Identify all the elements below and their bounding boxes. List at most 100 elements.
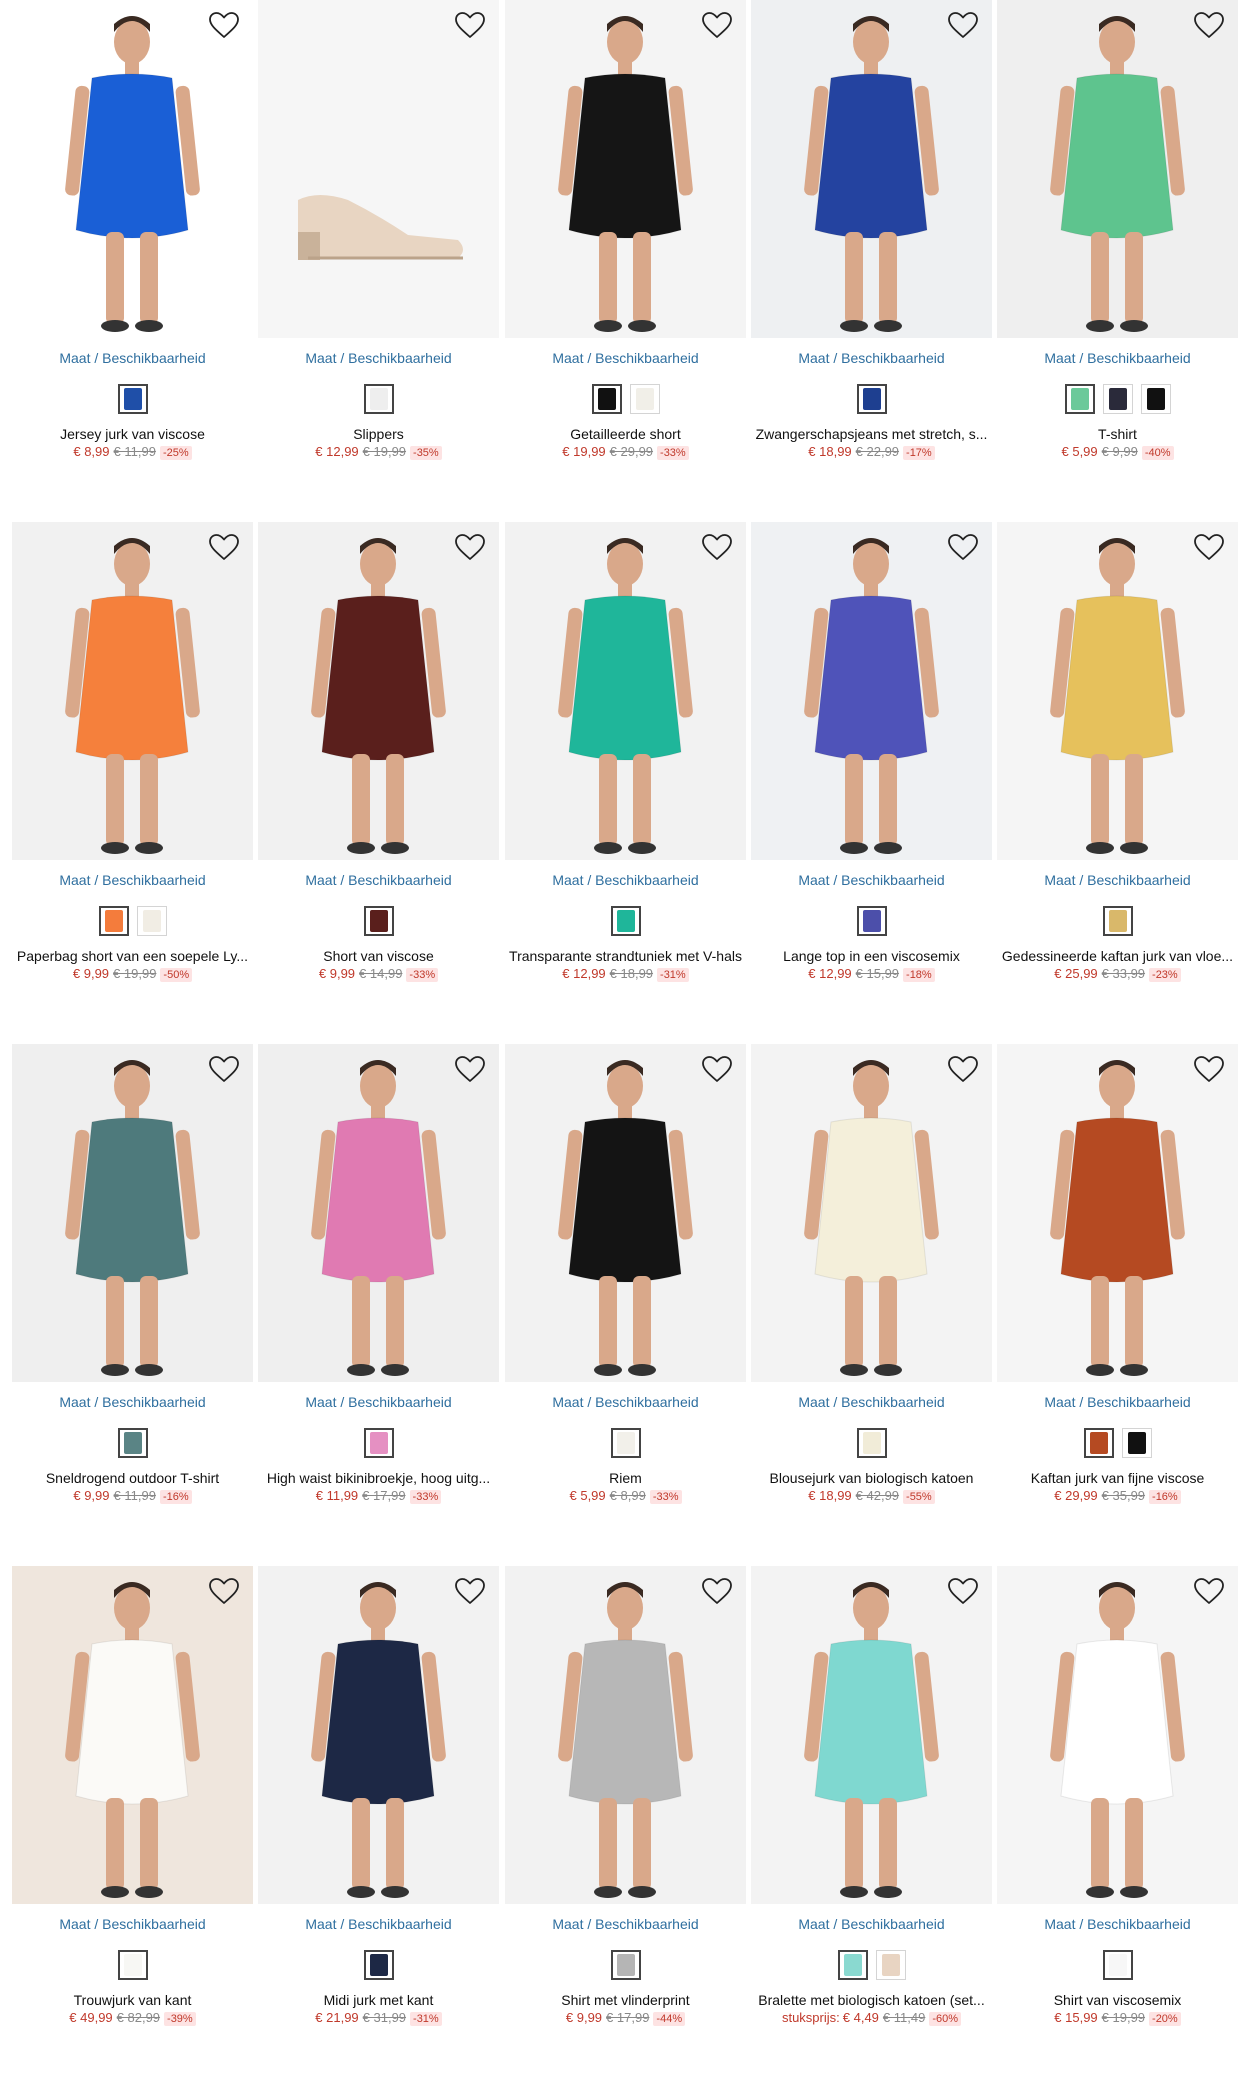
product-card[interactable]: Maat / Beschikbaarheid High waist bikinib… [258, 1044, 499, 1504]
product-image[interactable] [997, 522, 1238, 860]
wishlist-heart-icon[interactable] [207, 10, 241, 40]
product-name[interactable]: Shirt van viscosemix [997, 1992, 1238, 2008]
product-name[interactable]: Zwangerschapsjeans met stretch, s... [751, 426, 992, 442]
wishlist-heart-icon[interactable] [700, 1054, 734, 1084]
size-availability-link[interactable]: Maat / Beschikbaarheid [505, 1392, 746, 1412]
color-swatch[interactable] [1140, 384, 1171, 414]
product-image[interactable] [12, 522, 253, 860]
product-image[interactable] [258, 0, 499, 338]
product-name[interactable]: Blousejurk van biologisch katoen [751, 1470, 992, 1486]
size-availability-link[interactable]: Maat / Beschikbaarheid [505, 1914, 746, 1934]
color-swatch[interactable] [610, 1950, 641, 1980]
size-availability-link[interactable]: Maat / Beschikbaarheid [505, 348, 746, 368]
product-name[interactable]: Jersey jurk van viscose [12, 426, 253, 442]
product-name[interactable]: T-shirt [997, 426, 1238, 442]
wishlist-heart-icon[interactable] [700, 1576, 734, 1606]
color-swatch[interactable] [363, 384, 394, 414]
size-availability-link[interactable]: Maat / Beschikbaarheid [751, 348, 992, 368]
size-availability-link[interactable]: Maat / Beschikbaarheid [258, 348, 499, 368]
color-swatch[interactable] [117, 1428, 148, 1458]
product-card[interactable]: Maat / Beschikbaarheid Slippers € 12,99 € 1… [258, 0, 499, 460]
wishlist-heart-icon[interactable] [453, 1576, 487, 1606]
product-image[interactable] [258, 1566, 499, 1904]
wishlist-heart-icon[interactable] [946, 1576, 980, 1606]
color-swatch[interactable] [1102, 384, 1133, 414]
product-image[interactable] [505, 1044, 746, 1382]
product-card[interactable]: Maat / Beschikbaarheid Sneldrogend outdoo… [12, 1044, 253, 1504]
color-swatch[interactable] [591, 384, 622, 414]
wishlist-heart-icon[interactable] [1192, 1576, 1226, 1606]
product-name[interactable]: Lange top in een viscosemix [751, 948, 992, 964]
product-name[interactable]: Short van viscose [258, 948, 499, 964]
size-availability-link[interactable]: Maat / Beschikbaarheid [12, 1392, 253, 1412]
product-name[interactable]: Kaftan jurk van fijne viscose [997, 1470, 1238, 1486]
color-swatch[interactable] [136, 906, 167, 936]
size-availability-link[interactable]: Maat / Beschikbaarheid [12, 348, 253, 368]
wishlist-heart-icon[interactable] [453, 1054, 487, 1084]
product-card[interactable]: Maat / Beschikbaarheid Paperbag short van… [12, 522, 253, 982]
wishlist-heart-icon[interactable] [1192, 532, 1226, 562]
color-swatch[interactable] [1083, 1428, 1114, 1458]
product-image[interactable] [12, 0, 253, 338]
size-availability-link[interactable]: Maat / Beschikbaarheid [751, 1392, 992, 1412]
color-swatch[interactable] [1064, 384, 1095, 414]
color-swatch[interactable] [610, 1428, 641, 1458]
product-name[interactable]: Sneldrogend outdoor T-shirt [12, 1470, 253, 1486]
wishlist-heart-icon[interactable] [453, 10, 487, 40]
wishlist-heart-icon[interactable] [700, 532, 734, 562]
product-card[interactable]: Maat / Beschikbaarheid Midi jurk met kant… [258, 1566, 499, 2026]
wishlist-heart-icon[interactable] [207, 1576, 241, 1606]
product-image[interactable] [12, 1044, 253, 1382]
wishlist-heart-icon[interactable] [453, 532, 487, 562]
size-availability-link[interactable]: Maat / Beschikbaarheid [751, 1914, 992, 1934]
color-swatch[interactable] [856, 906, 887, 936]
size-availability-link[interactable]: Maat / Beschikbaarheid [997, 348, 1238, 368]
product-card[interactable]: Maat / Beschikbaarheid Jersey jurk van vi… [12, 0, 253, 460]
wishlist-heart-icon[interactable] [1192, 10, 1226, 40]
product-card[interactable]: Maat / Beschikbaarheid Riem € 5,99 € 8,99 -3… [505, 1044, 746, 1504]
product-name[interactable]: High waist bikinibroekje, hoog uitg... [258, 1470, 499, 1486]
product-card[interactable]: Maat / Beschikbaarheid Short van viscose €… [258, 522, 499, 982]
product-card[interactable]: Maat / Beschikbaarheid Bralette met biolo… [751, 1566, 992, 2026]
wishlist-heart-icon[interactable] [1192, 1054, 1226, 1084]
color-swatch[interactable] [1102, 906, 1133, 936]
color-swatch[interactable] [610, 906, 641, 936]
size-availability-link[interactable]: Maat / Beschikbaarheid [505, 870, 746, 890]
color-swatch[interactable] [363, 1428, 394, 1458]
size-availability-link[interactable]: Maat / Beschikbaarheid [258, 1392, 499, 1412]
product-card[interactable]: Maat / Beschikbaarheid Lange top in een v… [751, 522, 992, 982]
size-availability-link[interactable]: Maat / Beschikbaarheid [12, 1914, 253, 1934]
product-image[interactable] [258, 522, 499, 860]
product-card[interactable]: Maat / Beschikbaarheid Blousejurk van bio… [751, 1044, 992, 1504]
color-swatch[interactable] [875, 1950, 906, 1980]
color-swatch[interactable] [363, 906, 394, 936]
product-card[interactable]: Maat / Beschikbaarheid Transparante stran… [505, 522, 746, 982]
product-card[interactable]: Maat / Beschikbaarheid Shirt met vlinderp… [505, 1566, 746, 2026]
product-image[interactable] [751, 1044, 992, 1382]
size-availability-link[interactable]: Maat / Beschikbaarheid [258, 1914, 499, 1934]
product-card[interactable]: Maat / Beschikbaarheid Trouwjurk van kant… [12, 1566, 253, 2026]
product-name[interactable]: Riem [505, 1470, 746, 1486]
product-name[interactable]: Shirt met vlinderprint [505, 1992, 746, 2008]
product-name[interactable]: Trouwjurk van kant [12, 1992, 253, 2008]
wishlist-heart-icon[interactable] [946, 1054, 980, 1084]
wishlist-heart-icon[interactable] [946, 10, 980, 40]
product-image[interactable] [505, 1566, 746, 1904]
color-swatch[interactable] [856, 1428, 887, 1458]
product-card[interactable]: Maat / Beschikbaarheid Zwangerschapsjeans… [751, 0, 992, 460]
product-name[interactable]: Slippers [258, 426, 499, 442]
product-image[interactable] [12, 1566, 253, 1904]
product-card[interactable]: Maat / Beschikbaarheid Shirt van viscosem… [997, 1566, 1238, 2026]
product-card[interactable]: Maat / Beschikbaarheid T-shirt € 5,99 € 9,9… [997, 0, 1238, 460]
wishlist-heart-icon[interactable] [700, 10, 734, 40]
product-card[interactable]: Maat / Beschikbaarheid Kaftan jurk van fi… [997, 1044, 1238, 1504]
product-image[interactable] [505, 522, 746, 860]
product-name[interactable]: Midi jurk met kant [258, 1992, 499, 2008]
color-swatch[interactable] [1102, 1950, 1133, 1980]
color-swatch[interactable] [117, 1950, 148, 1980]
wishlist-heart-icon[interactable] [207, 532, 241, 562]
color-swatch[interactable] [856, 384, 887, 414]
product-image[interactable] [505, 0, 746, 338]
color-swatch[interactable] [98, 906, 129, 936]
product-name[interactable]: Gedessineerde kaftan jurk van vloe... [997, 948, 1238, 964]
